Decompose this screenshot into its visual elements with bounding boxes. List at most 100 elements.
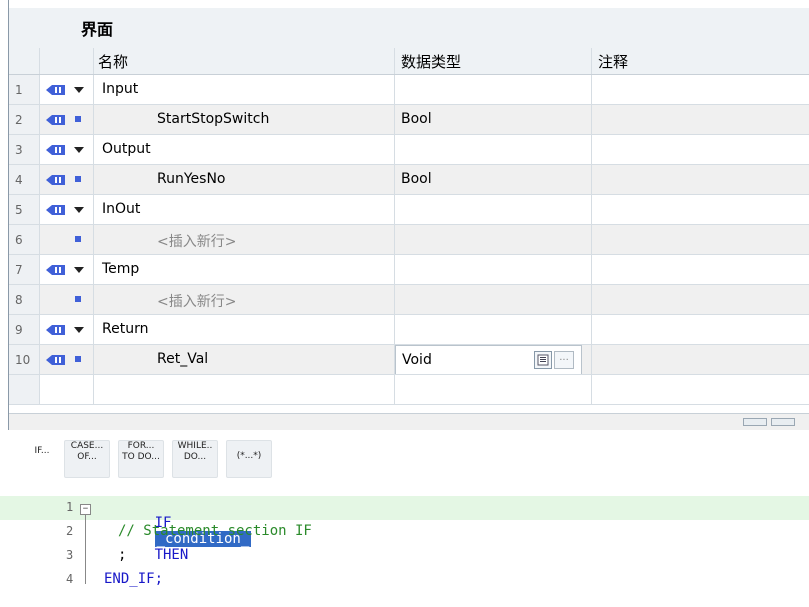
row-name-cell[interactable]: Output — [93, 134, 395, 165]
row-comment-cell[interactable] — [591, 74, 809, 105]
code-line-4[interactable]: 4 END_IF; — [0, 568, 809, 592]
code-statement: ; — [118, 547, 127, 563]
row-comment-cell[interactable] — [591, 164, 809, 195]
row-name[interactable]: RunYesNo — [157, 171, 225, 187]
comment-button[interactable]: (*...*) — [226, 440, 272, 478]
row-name[interactable]: <插入新行> — [157, 231, 236, 251]
row-type-cell[interactable] — [394, 224, 592, 255]
row-name-cell[interactable]: StartStopSwitch — [93, 104, 395, 135]
row-number: 3 — [9, 134, 40, 165]
row-icons — [39, 194, 94, 225]
collapse-up-arrow-icon[interactable] — [743, 418, 767, 426]
row-name-cell[interactable]: <插入新行> — [93, 284, 395, 315]
data-type-value[interactable]: Bool — [401, 111, 432, 127]
row-number: 6 — [9, 224, 40, 255]
table-row[interactable]: 9 Return — [9, 314, 809, 345]
row-comment-cell[interactable] — [591, 224, 809, 255]
parameter-bullet-icon — [75, 356, 81, 362]
row-number — [9, 374, 40, 405]
expand-arrow-icon[interactable] — [74, 327, 84, 333]
header-num-col — [9, 48, 40, 75]
row-name[interactable]: Ret_Val — [157, 351, 208, 367]
row-comment-cell[interactable] — [591, 194, 809, 225]
list-icon[interactable] — [534, 351, 552, 369]
header-data-type[interactable]: 数据类型 — [394, 48, 592, 75]
row-number: 10 — [9, 344, 40, 375]
interface-param-icon — [46, 114, 66, 126]
code-line-2[interactable]: 2 // Statement section IF — [0, 520, 809, 544]
expand-arrow-icon[interactable] — [74, 267, 84, 273]
row-comment-cell[interactable] — [591, 254, 809, 285]
data-type-editor[interactable]: Void... — [395, 345, 582, 374]
data-type-value[interactable]: Bool — [401, 171, 432, 187]
data-type-value[interactable]: Void — [402, 352, 432, 368]
browse-button[interactable]: ... — [554, 351, 574, 369]
row-name[interactable]: Return — [102, 321, 148, 337]
expand-arrow-icon[interactable] — [74, 87, 84, 93]
row-type-cell[interactable] — [394, 194, 592, 225]
parameter-bullet-icon — [75, 116, 81, 122]
row-name-cell[interactable]: RunYesNo — [93, 164, 395, 195]
table-row[interactable]: 7 Temp — [9, 254, 809, 285]
row-comment-cell[interactable] — [591, 134, 809, 165]
table-row[interactable]: 6 <插入新行> — [9, 224, 809, 255]
row-name[interactable]: InOut — [102, 201, 140, 217]
row-name[interactable]: <插入新行> — [157, 291, 236, 311]
row-comment-cell[interactable] — [591, 314, 809, 345]
row-number: 9 — [9, 314, 40, 345]
row-name-cell[interactable]: InOut — [93, 194, 395, 225]
expand-arrow-icon[interactable] — [74, 147, 84, 153]
row-name-cell — [93, 374, 395, 405]
row-icons — [39, 134, 94, 165]
table-row[interactable]: 3 Output — [9, 134, 809, 165]
row-comment-cell[interactable] — [591, 104, 809, 135]
table-row[interactable]: 10 Ret_Val Void... — [9, 344, 809, 375]
table-header-row: 名称 数据类型 注释 — [9, 48, 809, 75]
row-type-cell[interactable] — [394, 314, 592, 345]
case-of-button[interactable]: CASE... OF... — [64, 440, 110, 478]
header-name[interactable]: 名称 — [93, 48, 395, 75]
line-number: 1 — [66, 500, 74, 514]
table-row[interactable]: 1 Input — [9, 74, 809, 105]
table-row[interactable]: 4 RunYesNo Bool — [9, 164, 809, 195]
interface-param-icon — [46, 204, 66, 216]
code-editor[interactable]: 1 − IF _condition_ THEN 2 // Statement s… — [0, 486, 809, 607]
row-icons — [39, 74, 94, 105]
pane-splitter[interactable] — [9, 413, 809, 431]
row-name[interactable]: StartStopSwitch — [157, 111, 269, 127]
row-type-cell[interactable] — [394, 134, 592, 165]
header-comment[interactable]: 注释 — [591, 48, 809, 75]
row-name-cell[interactable]: Input — [93, 74, 395, 105]
for-to-do-button[interactable]: FOR... TO DO... — [118, 440, 164, 478]
row-name-cell[interactable]: Return — [93, 314, 395, 345]
row-number: 1 — [9, 74, 40, 105]
row-name-cell[interactable]: Ret_Val — [93, 344, 395, 375]
row-type-cell[interactable]: Void... — [394, 344, 592, 375]
row-type-cell[interactable]: Bool — [394, 104, 592, 135]
table-row[interactable]: 5 InOut — [9, 194, 809, 225]
row-comment-cell[interactable] — [591, 284, 809, 315]
row-icons — [39, 374, 94, 405]
code-line-3[interactable]: 3 ; — [0, 544, 809, 568]
row-number: 4 — [9, 164, 40, 195]
row-type-cell[interactable] — [394, 254, 592, 285]
row-number: 2 — [9, 104, 40, 135]
row-name[interactable]: Input — [102, 81, 138, 97]
row-name[interactable]: Output — [102, 141, 151, 157]
table-row[interactable]: 8 <插入新行> — [9, 284, 809, 315]
table-row[interactable]: 2 StartStopSwitch Bool — [9, 104, 809, 135]
if-button[interactable]: IF... — [20, 446, 64, 482]
row-comment-cell[interactable] — [591, 344, 809, 375]
row-name[interactable]: Temp — [102, 261, 139, 277]
row-type-cell[interactable] — [394, 74, 592, 105]
expand-arrow-icon[interactable] — [74, 207, 84, 213]
collapse-down-arrow-icon[interactable] — [771, 418, 795, 426]
row-name-cell[interactable]: Temp — [93, 254, 395, 285]
while-do-button[interactable]: WHILE.. DO... — [172, 440, 218, 478]
row-name-cell[interactable]: <插入新行> — [93, 224, 395, 255]
code-line-1[interactable]: 1 − IF _condition_ THEN — [0, 496, 809, 563]
row-type-cell[interactable]: Bool — [394, 164, 592, 195]
keyword-end-if: END_IF; — [104, 571, 164, 587]
row-type-cell[interactable] — [394, 284, 592, 315]
row-icons — [39, 224, 94, 255]
